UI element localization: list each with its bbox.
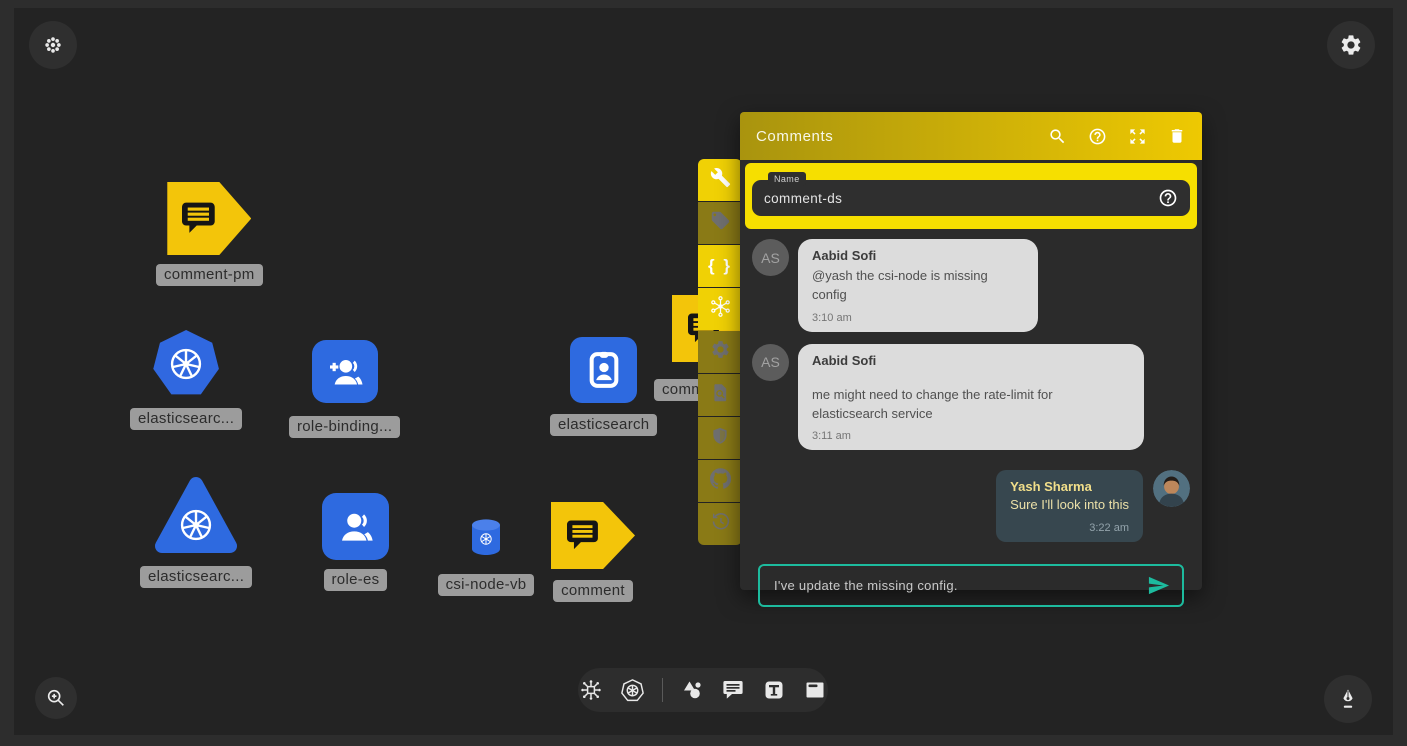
braces-tool[interactable]: { } bbox=[698, 245, 742, 287]
history-icon bbox=[710, 511, 731, 537]
node-label: csi-node-vb bbox=[438, 574, 535, 596]
node-elasticsearch-sa[interactable]: elasticsearch bbox=[550, 337, 657, 436]
node-comment[interactable]: comment bbox=[551, 502, 635, 602]
github-icon bbox=[710, 468, 731, 494]
message-row: Yash Sharma Sure I'll look into this 3:2… bbox=[740, 458, 1202, 550]
message-author: Aabid Sofi bbox=[812, 248, 1024, 263]
pen-tool-icon bbox=[1336, 687, 1360, 711]
shield-icon bbox=[710, 426, 730, 451]
kubernetes-triangle-icon bbox=[150, 474, 242, 560]
message-bubble: Aabid Sofi @yash the csi-node is missing… bbox=[798, 239, 1038, 332]
send-icon[interactable] bbox=[1147, 574, 1170, 597]
node-comment-pm[interactable]: comment-pm bbox=[156, 182, 263, 286]
comment-node-icon bbox=[167, 182, 251, 255]
shape-toolbar bbox=[578, 668, 828, 712]
comment-input[interactable] bbox=[774, 578, 1147, 593]
mesh-icon bbox=[709, 295, 732, 323]
message-bubble: Yash Sharma Sure I'll look into this 3:2… bbox=[996, 470, 1143, 542]
settings-button[interactable] bbox=[1327, 21, 1375, 69]
node-csi-node-vb[interactable]: csi-node-vb bbox=[434, 518, 538, 596]
wrench-tool[interactable] bbox=[698, 159, 742, 201]
comments-panel: Comments Name AS Aabid Sofi @yash the cs… bbox=[740, 112, 1202, 590]
node-label: elasticsearch bbox=[550, 414, 657, 436]
name-field[interactable]: Name bbox=[752, 180, 1190, 216]
avatar-photo bbox=[1153, 470, 1190, 507]
node-name-section: Name bbox=[745, 163, 1197, 229]
gear-tool[interactable] bbox=[698, 331, 742, 373]
zoom-button[interactable] bbox=[35, 677, 77, 719]
node-elasticsearch-ns[interactable]: elasticsearc... bbox=[130, 330, 242, 430]
node-label: elasticsearc... bbox=[130, 408, 242, 430]
storage-cylinder-icon bbox=[434, 518, 538, 556]
service-account-icon bbox=[570, 337, 637, 403]
panel-actions bbox=[1048, 127, 1186, 146]
message-row: AS Aabid Sofi @yash the csi-node is miss… bbox=[740, 235, 1202, 340]
help-icon[interactable] bbox=[1088, 127, 1107, 146]
panel-title: Comments bbox=[756, 128, 833, 145]
text-tool-icon[interactable] bbox=[762, 678, 786, 702]
kubernetes-heptagon-icon bbox=[153, 330, 220, 397]
tag-icon bbox=[710, 210, 731, 236]
comment-tool-icon[interactable] bbox=[721, 678, 745, 702]
app-window: comment-pm elasticsearc... role-binding.… bbox=[0, 0, 1407, 746]
role-binding-icon bbox=[312, 340, 378, 403]
message-text: Sure I'll look into this bbox=[1010, 496, 1129, 515]
node-label: role-binding... bbox=[289, 416, 400, 438]
message-time: 3:11 am bbox=[812, 430, 1130, 442]
pen-tool-button[interactable] bbox=[1324, 675, 1372, 723]
node-action-toolbar: { } bbox=[698, 159, 742, 545]
node-elasticsearch-tri[interactable]: elasticsearc... bbox=[140, 474, 252, 588]
comments-panel-header[interactable]: Comments bbox=[740, 112, 1202, 160]
message-bubble: Aabid Sofi me might need to change the r… bbox=[798, 344, 1144, 451]
kubernetes-icon[interactable] bbox=[620, 678, 645, 703]
doc-search-tool[interactable] bbox=[698, 374, 742, 416]
node-role-es[interactable]: role-es bbox=[322, 493, 389, 591]
node-role-binding[interactable]: role-binding... bbox=[289, 340, 400, 438]
name-input[interactable] bbox=[764, 191, 1158, 206]
github-tool[interactable] bbox=[698, 460, 742, 502]
role-icon bbox=[322, 493, 389, 560]
message-text: @yash the csi-node is missing config bbox=[812, 267, 1024, 305]
message-time: 3:10 am bbox=[812, 312, 1024, 324]
tag-tool[interactable] bbox=[698, 202, 742, 244]
doc-search-icon bbox=[710, 382, 731, 408]
node-label: role-es bbox=[324, 569, 388, 591]
zoom-in-icon bbox=[45, 687, 67, 709]
search-icon[interactable] bbox=[1048, 127, 1067, 146]
message-author: Yash Sharma bbox=[1010, 479, 1129, 494]
node-label: comment-pm bbox=[156, 264, 263, 286]
gear-icon bbox=[710, 339, 731, 365]
app-flower-button[interactable] bbox=[29, 21, 77, 69]
braces-icon: { } bbox=[708, 256, 732, 276]
note-tool-icon[interactable] bbox=[803, 678, 827, 702]
trash-icon[interactable] bbox=[1168, 127, 1186, 145]
comment-composer[interactable] bbox=[758, 564, 1184, 607]
name-field-label: Name bbox=[768, 172, 806, 186]
app-flower-icon bbox=[42, 34, 64, 56]
help-icon[interactable] bbox=[1158, 188, 1178, 208]
avatar: AS bbox=[752, 239, 789, 276]
node-label: comment bbox=[553, 580, 633, 602]
toolbar-divider bbox=[662, 678, 663, 702]
message-author: Aabid Sofi bbox=[812, 353, 1130, 368]
wrench-icon bbox=[710, 167, 731, 193]
message-text: me might need to change the rate-limit f… bbox=[812, 386, 1130, 424]
shapes-icon[interactable] bbox=[680, 678, 704, 702]
node-label: elasticsearc... bbox=[140, 566, 252, 588]
expand-icon[interactable] bbox=[1128, 127, 1147, 146]
mesh-tool[interactable] bbox=[698, 288, 742, 330]
message-time: 3:22 am bbox=[1010, 522, 1129, 534]
avatar: AS bbox=[752, 344, 789, 381]
history-tool[interactable] bbox=[698, 503, 742, 545]
component-icon[interactable] bbox=[579, 678, 603, 702]
settings-gear-icon bbox=[1339, 33, 1363, 57]
comment-node-icon bbox=[551, 502, 635, 569]
shield-tool[interactable] bbox=[698, 417, 742, 459]
message-row: AS Aabid Sofi me might need to change th… bbox=[740, 340, 1202, 459]
